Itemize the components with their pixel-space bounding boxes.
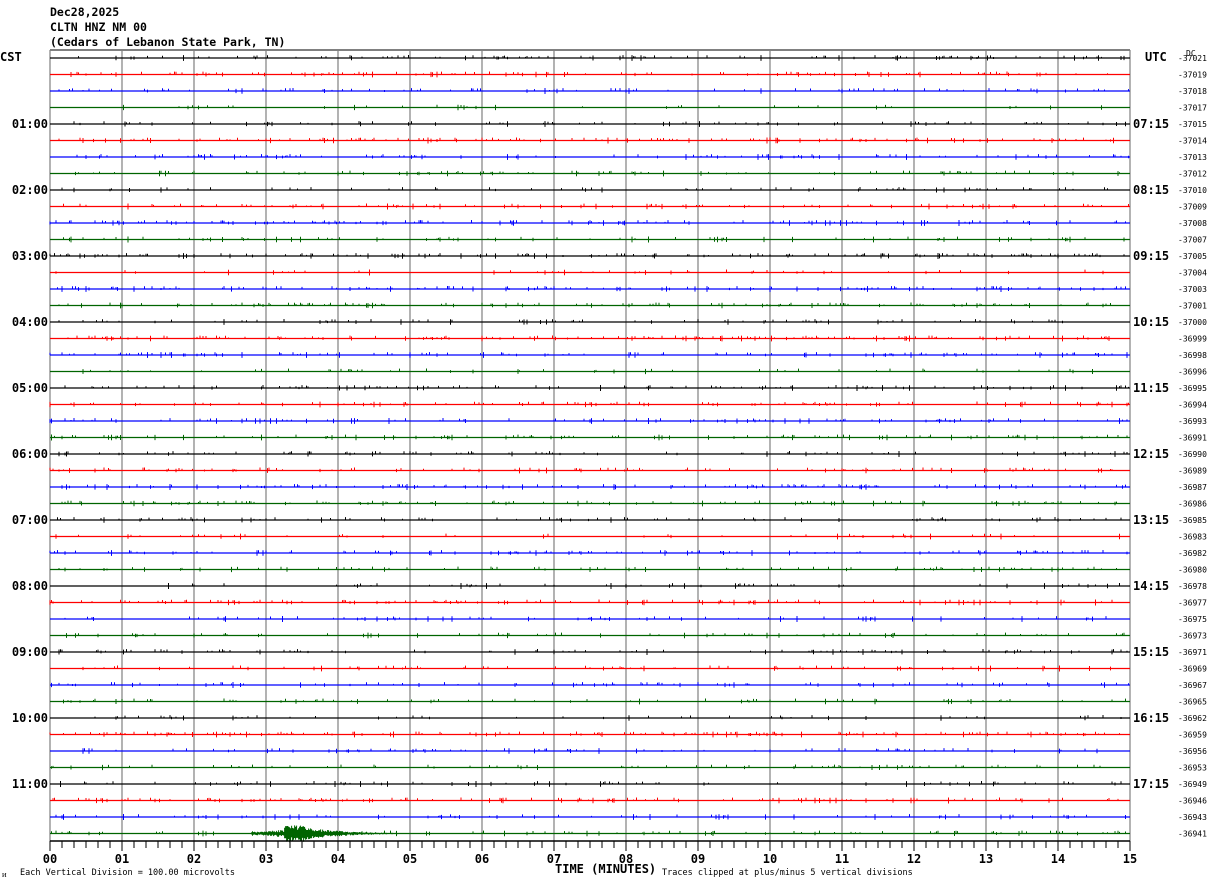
utc-hour-label: 17:15	[1133, 777, 1169, 791]
trace-dc-value: -37019	[1178, 71, 1207, 80]
trace-dc-value: -36989	[1178, 467, 1207, 476]
cst-hour-label: 04:00	[12, 315, 48, 329]
cst-hour-label: 03:00	[12, 249, 48, 263]
x-tick-label: 10	[763, 852, 777, 866]
utc-hour-label: 08:15	[1133, 183, 1169, 197]
trace-dc-value: -36962	[1178, 714, 1207, 723]
trace-dc-value: -36991	[1178, 434, 1207, 443]
utc-hour-label: 10:15	[1133, 315, 1169, 329]
utc-hour-label: 14:15	[1133, 579, 1169, 593]
x-tick-label: 12	[907, 852, 921, 866]
trace-dc-value: -36946	[1178, 797, 1207, 806]
right-timezone-label: UTC	[1145, 50, 1167, 64]
trace-dc-value: -37021	[1178, 54, 1207, 63]
trace-dc-value: -37003	[1178, 285, 1207, 294]
cst-hour-label: 05:00	[12, 381, 48, 395]
x-tick-label: 00	[43, 852, 57, 866]
trace-dc-value: -36975	[1178, 615, 1207, 624]
x-tick-label: 15	[1123, 852, 1137, 866]
x-tick-label: 09	[691, 852, 705, 866]
x-tick-label: 02	[187, 852, 201, 866]
cst-hour-label: 08:00	[12, 579, 48, 593]
trace-dc-value: -37010	[1178, 186, 1207, 195]
trace-dc-value: -37015	[1178, 120, 1207, 129]
trace-dc-value: -36980	[1178, 566, 1207, 575]
left-timezone-label: CST	[0, 50, 22, 64]
location-label: (Cedars of Lebanon State Park, TN)	[50, 35, 285, 49]
trace-dc-value: -37007	[1178, 236, 1207, 245]
cst-hour-label: 11:00	[12, 777, 48, 791]
cst-hour-label: 10:00	[12, 711, 48, 725]
trace-dc-value: -36953	[1178, 764, 1207, 773]
trace-dc-value: -36993	[1178, 417, 1207, 426]
trace-dc-value: -37014	[1178, 137, 1207, 146]
x-axis-title: TIME (MINUTES)	[555, 862, 656, 876]
trace-dc-value: -36999	[1178, 335, 1207, 344]
trace-dc-value: -36959	[1178, 731, 1207, 740]
cst-hour-label: 01:00	[12, 117, 48, 131]
trace-dc-value: -36986	[1178, 500, 1207, 509]
trace-dc-value: -37000	[1178, 318, 1207, 327]
clip-note: Traces clipped at plus/minus 5 vertical …	[662, 868, 913, 878]
x-tick-label: 01	[115, 852, 129, 866]
x-tick-label: 04	[331, 852, 345, 866]
helicorder-plot: Dec28,2025 CLTN HNZ NM 00 (Cedars of Leb…	[0, 5, 1207, 880]
utc-hour-label: 07:15	[1133, 117, 1169, 131]
utc-hour-label: 09:15	[1133, 249, 1169, 263]
trace-dc-value: -37008	[1178, 219, 1207, 228]
trace-dc-value: -36973	[1178, 632, 1207, 641]
units-glyph: ᴎ	[2, 870, 7, 880]
x-tick-label: 14	[1051, 852, 1065, 866]
trace-dc-value: -36983	[1178, 533, 1207, 542]
trace-dc-value: -36967	[1178, 681, 1207, 690]
trace-dc-value: -37017	[1178, 104, 1207, 113]
trace-dc-value: -36941	[1178, 830, 1207, 839]
trace-dc-value: -36965	[1178, 698, 1207, 707]
trace-dc-value: -36998	[1178, 351, 1207, 360]
x-tick-label: 13	[979, 852, 993, 866]
cst-hour-label: 02:00	[12, 183, 48, 197]
trace-dc-value: -36943	[1178, 813, 1207, 822]
traces	[49, 55, 1130, 843]
utc-hour-label: 11:15	[1133, 381, 1169, 395]
station-label: CLTN HNZ NM 00	[50, 20, 147, 34]
x-tick-label: 11	[835, 852, 849, 866]
date-label: Dec28,2025	[50, 5, 119, 19]
trace-dc-value: -37004	[1178, 269, 1207, 278]
utc-hour-label: 13:15	[1133, 513, 1169, 527]
trace-dc-value: -36978	[1178, 582, 1207, 591]
grid	[49, 49, 1131, 841]
utc-hour-label: 16:15	[1133, 711, 1169, 725]
trace-dc-value: -36956	[1178, 747, 1207, 756]
trace-dc-value: -36982	[1178, 549, 1207, 558]
trace-dc-value: -36994	[1178, 401, 1207, 410]
utc-hour-label: 12:15	[1133, 447, 1169, 461]
utc-hour-label: 15:15	[1133, 645, 1169, 659]
cst-hour-label: 09:00	[12, 645, 48, 659]
trace-dc-value: -37001	[1178, 302, 1207, 311]
trace-dc-value: -36995	[1178, 384, 1207, 393]
trace-dc-value: -36987	[1178, 483, 1207, 492]
trace-dc-value: -37013	[1178, 153, 1207, 162]
trace-dc-value: -36971	[1178, 648, 1207, 657]
trace-dc-value: -36949	[1178, 780, 1207, 789]
x-tick-label: 03	[259, 852, 273, 866]
trace-dc-value: -36977	[1178, 599, 1207, 608]
x-tick-label: 05	[403, 852, 417, 866]
trace-dc-value: -36985	[1178, 516, 1207, 525]
trace-dc-value: -37012	[1178, 170, 1207, 179]
cst-hour-label: 06:00	[12, 447, 48, 461]
trace-dc-value: -36990	[1178, 450, 1207, 459]
scale-note: Each Vertical Division = 100.00 microvol…	[20, 868, 235, 878]
trace-dc-value: -37005	[1178, 252, 1207, 261]
trace-dc-value: -36996	[1178, 368, 1207, 377]
trace-dc-value: -37009	[1178, 203, 1207, 212]
cst-hour-label: 07:00	[12, 513, 48, 527]
trace-dc-value: -37018	[1178, 87, 1207, 96]
x-tick-label: 06	[475, 852, 489, 866]
trace-dc-value: -36969	[1178, 665, 1207, 674]
